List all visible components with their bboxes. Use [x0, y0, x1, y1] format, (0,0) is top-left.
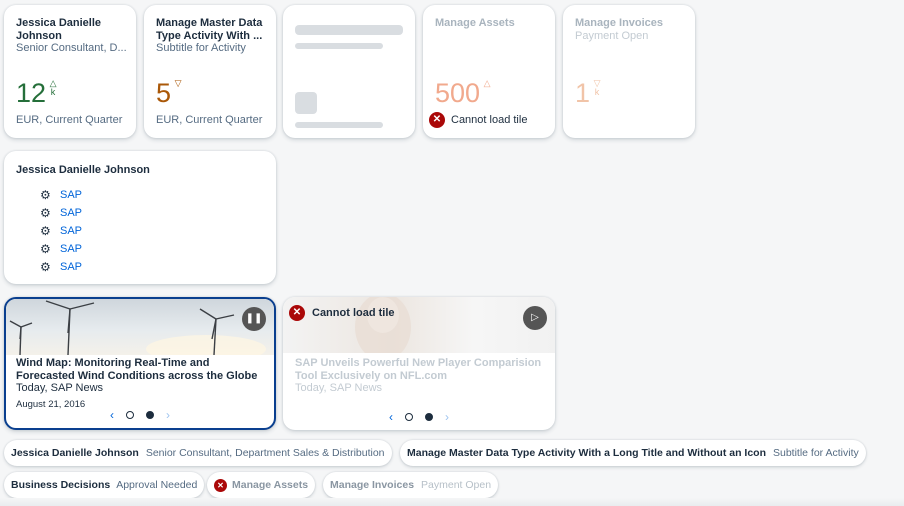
tile-manage-invoices[interactable]: Manage Invoices Payment Open 1 ▽ k: [563, 5, 695, 138]
error-icon: ✕: [214, 478, 227, 492]
gear-icon: ⚙: [40, 260, 51, 274]
news-tile-wind-map[interactable]: ❚❚ Wind Map: Monitoring Real-Time and Fo…: [4, 297, 276, 430]
skeleton-footer: [295, 122, 383, 128]
pager-dot-active[interactable]: [146, 411, 154, 419]
link-list-tile: Jessica Danielle Johnson ⚙ SAP ⚙ SAP ⚙ SAP …: [4, 151, 276, 284]
link-tile-subtitle: Senior Consultant, Department Sales & Di…: [145, 447, 385, 459]
link-list: ⚙ SAP ⚙ SAP ⚙ SAP ⚙ SAP ⚙ SAP: [40, 186, 82, 276]
link-tile-manage-assets[interactable]: ✕ Manage Assets: [207, 472, 316, 498]
kpi-value: 12 △ k: [16, 79, 57, 108]
trend-up-icon: △ k: [49, 78, 57, 97]
trend-up-icon: △: [483, 78, 491, 88]
news-title: SAP Unveils Powerful New Player Comparis…: [295, 357, 542, 382]
tile-subtitle: Senior Consultant, D...: [16, 42, 127, 54]
gear-icon: ⚙: [40, 224, 51, 238]
page-footer-shadow: [0, 498, 904, 506]
error-icon: ✕: [429, 112, 445, 128]
error-message: ✕ Cannot load tile: [289, 305, 395, 321]
tile-footer: EUR, Current Quarter: [156, 114, 263, 126]
tile-subtitle: Subtitle for Activity: [156, 42, 246, 54]
skeleton-subtitle: [295, 43, 383, 49]
news-title: Wind Map: Monitoring Real-Time and Forec…: [16, 357, 258, 382]
chevron-right-icon[interactable]: ›: [445, 410, 449, 424]
kpi-tile-jessica[interactable]: Jessica Danielle Johnson Senior Consulta…: [4, 5, 136, 138]
tile-title: Manage Invoices: [575, 17, 664, 29]
link-tile-title: Manage Invoices: [330, 479, 415, 491]
news-source: Today, SAP News: [16, 382, 104, 394]
chevron-left-icon[interactable]: ‹: [110, 408, 114, 422]
link-tile-manage-invoices[interactable]: Manage Invoices Payment Open: [323, 472, 499, 498]
news-source: Today, SAP News: [295, 382, 383, 394]
link-sap[interactable]: SAP: [60, 261, 82, 273]
link-sap[interactable]: SAP: [60, 189, 82, 201]
news-pager: ‹ ›: [6, 408, 274, 422]
pause-button[interactable]: ❚❚: [242, 307, 266, 331]
error-message: ✕ Cannot load tile: [429, 112, 527, 128]
news-tile-nfl[interactable]: ✕ Cannot load tile ▷ SAP Unveils Powerfu…: [283, 297, 555, 430]
link-list-item[interactable]: ⚙ SAP: [40, 204, 82, 222]
gear-icon: ⚙: [40, 188, 51, 202]
play-button[interactable]: ▷: [523, 306, 547, 330]
scale-label: k: [50, 87, 56, 97]
link-list-title: Jessica Danielle Johnson: [16, 164, 150, 176]
loading-tile: [283, 5, 415, 138]
kpi-value: 1 ▽ k: [575, 79, 600, 108]
link-tile-jessica[interactable]: Jessica Danielle Johnson Senior Consulta…: [4, 440, 392, 466]
link-tile-title: Jessica Danielle Johnson: [11, 447, 139, 459]
gear-icon: ⚙: [40, 242, 51, 256]
link-tile-subtitle: Payment Open: [421, 479, 492, 491]
tile-title: Manage Master Data Type Activity With ..…: [156, 17, 263, 42]
tile-footer: EUR, Current Quarter: [16, 114, 123, 126]
tile-title: Manage Assets: [435, 17, 515, 29]
link-tile-title: Manage Master Data Type Activity With a …: [407, 447, 766, 459]
kpi-value: 5 ▽: [156, 79, 181, 108]
link-list-item[interactable]: ⚙ SAP: [40, 222, 82, 240]
link-tile-title: Manage Assets: [232, 479, 309, 491]
link-list-item[interactable]: ⚙ SAP: [40, 240, 82, 258]
trend-down-icon: ▽: [174, 78, 182, 88]
kpi-tile-master-data[interactable]: Manage Master Data Type Activity With ..…: [144, 5, 276, 138]
news-pager: ‹ ›: [283, 410, 555, 424]
tile-subtitle: Payment Open: [575, 29, 649, 42]
chevron-right-icon[interactable]: ›: [166, 408, 170, 422]
kpi-value: 500 △: [435, 79, 491, 108]
link-tile-title: Business Decisions: [11, 479, 111, 491]
link-sap[interactable]: SAP: [60, 207, 82, 219]
error-icon: ✕: [289, 305, 305, 321]
tile-title: Jessica Danielle Johnson: [16, 17, 102, 42]
link-tile-master-data[interactable]: Manage Master Data Type Activity With a …: [400, 440, 866, 466]
pager-dot[interactable]: [126, 411, 134, 419]
link-sap[interactable]: SAP: [60, 225, 82, 237]
chevron-left-icon[interactable]: ‹: [389, 410, 393, 424]
link-tile-subtitle: Subtitle for Activity: [772, 447, 859, 459]
trend-down-icon: ▽ k: [593, 78, 601, 97]
pager-dot[interactable]: [405, 413, 413, 421]
link-list-item[interactable]: ⚙ SAP: [40, 186, 82, 204]
skeleton-title: [295, 25, 403, 35]
tile-manage-assets[interactable]: Manage Assets 500 △ ✕ Cannot load tile: [423, 5, 555, 138]
link-tile-business-decisions[interactable]: Business Decisions Approval Needed: [4, 472, 205, 498]
wind-turbine-image: [6, 299, 274, 355]
link-sap[interactable]: SAP: [60, 243, 82, 255]
link-list-item[interactable]: ⚙ SAP: [40, 258, 82, 276]
scale-label: k: [594, 87, 600, 97]
gear-icon: ⚙: [40, 206, 51, 220]
pager-dot-active[interactable]: [425, 413, 433, 421]
link-tile-subtitle: Approval Needed: [116, 479, 198, 491]
skeleton-icon: [295, 92, 317, 114]
